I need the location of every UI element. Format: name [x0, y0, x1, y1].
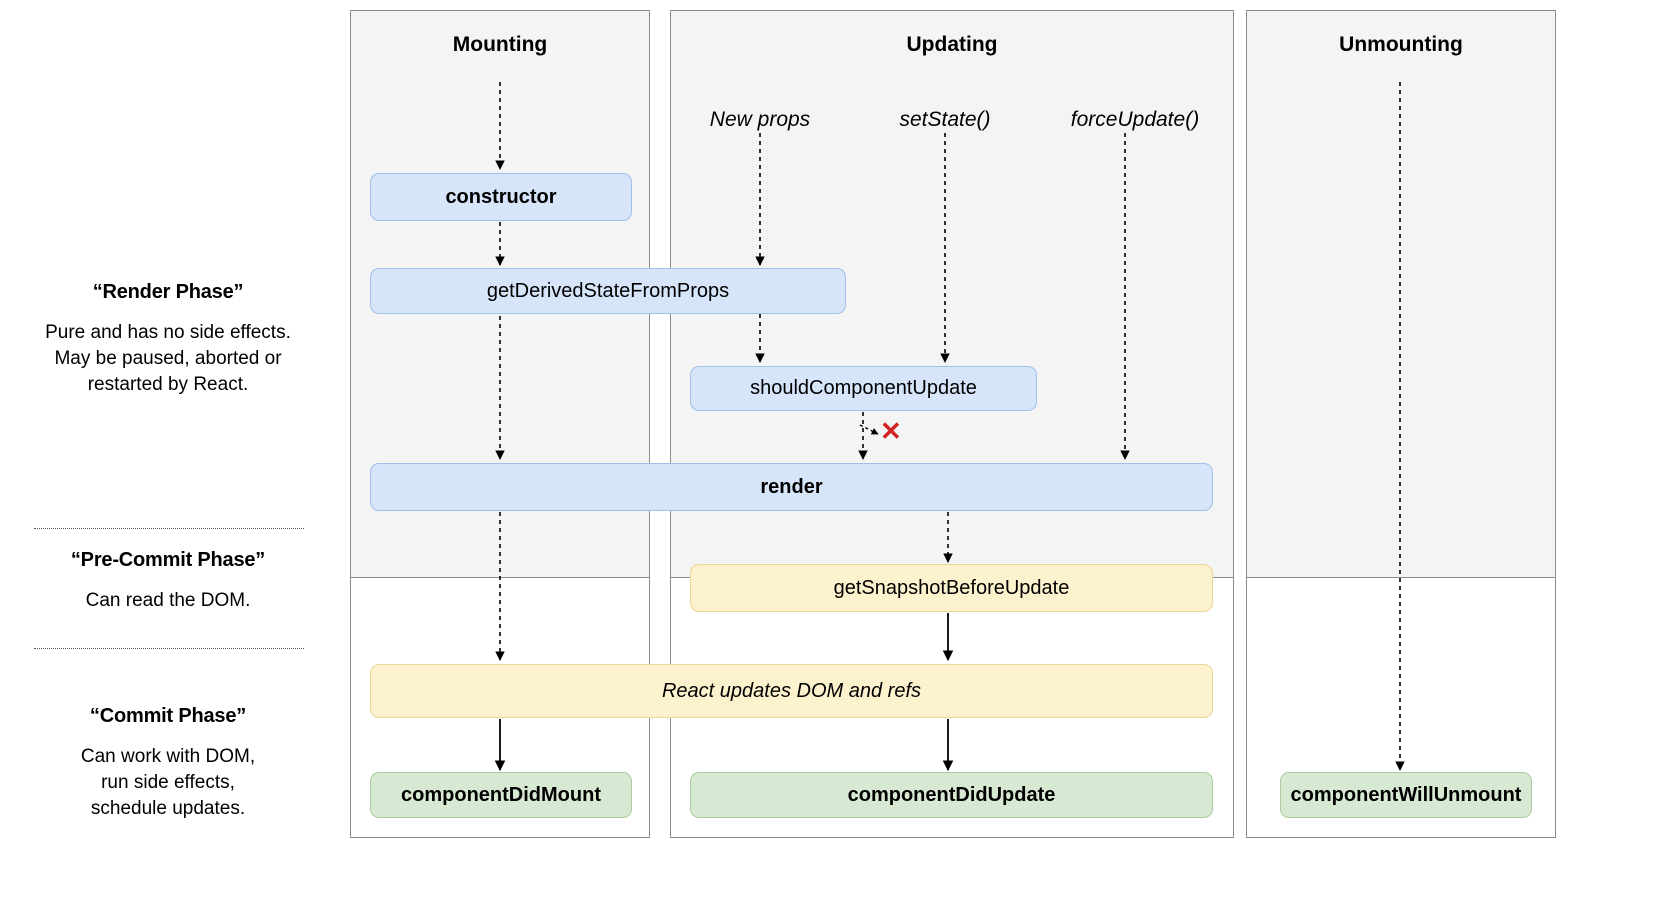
phase-body-commit: Can work with DOM, run side effects, sch…: [18, 744, 318, 822]
node-component-will-unmount[interactable]: componentWillUnmount: [1280, 772, 1532, 818]
phase-commit-line-3: schedule updates.: [90, 798, 246, 819]
column-title-updating: Updating: [906, 33, 998, 56]
phase-divider-bottom: [34, 648, 304, 649]
node-component-did-mount[interactable]: componentDidMount: [370, 772, 632, 818]
phase-title-render: “Render Phase”: [92, 281, 244, 303]
phase-title-commit: “Commit Phase”: [89, 705, 247, 727]
column-title-mounting: Mounting: [452, 33, 548, 56]
lifecycle-diagram: Mounting Updating Unmounting New props s…: [0, 0, 1674, 917]
trigger-label-set-state: setState(): [899, 108, 991, 131]
phase-render-line-1: Pure and has no side effects.: [45, 322, 291, 343]
phase-note-render: “Render Phase” Pure and has no side effe…: [18, 281, 318, 398]
phase-pre-commit-line-1: Can read the DOM.: [85, 590, 251, 611]
node-component-did-update[interactable]: componentDidUpdate: [690, 772, 1213, 818]
node-react-updates-dom-and-refs[interactable]: React updates DOM and refs: [370, 664, 1213, 718]
column-render-area-unmounting: [1246, 10, 1556, 578]
trigger-label-force-update: forceUpdate(): [1070, 108, 1200, 131]
phase-divider-top: [34, 528, 304, 529]
node-render[interactable]: render: [370, 463, 1213, 511]
phase-render-line-2: May be paused, aborted or: [54, 348, 282, 369]
phase-title-pre-commit: “Pre-Commit Phase”: [70, 549, 266, 571]
phase-note-pre-commit: “Pre-Commit Phase” Can read the DOM.: [18, 549, 318, 614]
phase-body-render: Pure and has no side effects. May be pau…: [18, 320, 318, 398]
phase-render-line-3: restarted by React.: [87, 374, 249, 395]
phase-body-pre-commit: Can read the DOM.: [18, 588, 318, 614]
skip-render-x-icon: ✕: [880, 416, 902, 446]
phase-commit-line-2: run side effects,: [101, 772, 235, 793]
trigger-label-new-props: New props: [709, 108, 811, 131]
phase-commit-line-1: Can work with DOM,: [80, 746, 256, 767]
node-get-snapshot-before-update[interactable]: getSnapshotBeforeUpdate: [690, 564, 1213, 612]
column-title-unmounting: Unmounting: [1339, 33, 1463, 56]
phase-note-commit: “Commit Phase” Can work with DOM, run si…: [18, 705, 318, 822]
node-constructor[interactable]: constructor: [370, 173, 632, 221]
node-get-derived-state-from-props[interactable]: getDerivedStateFromProps: [370, 268, 846, 314]
node-should-component-update[interactable]: shouldComponentUpdate: [690, 366, 1037, 411]
